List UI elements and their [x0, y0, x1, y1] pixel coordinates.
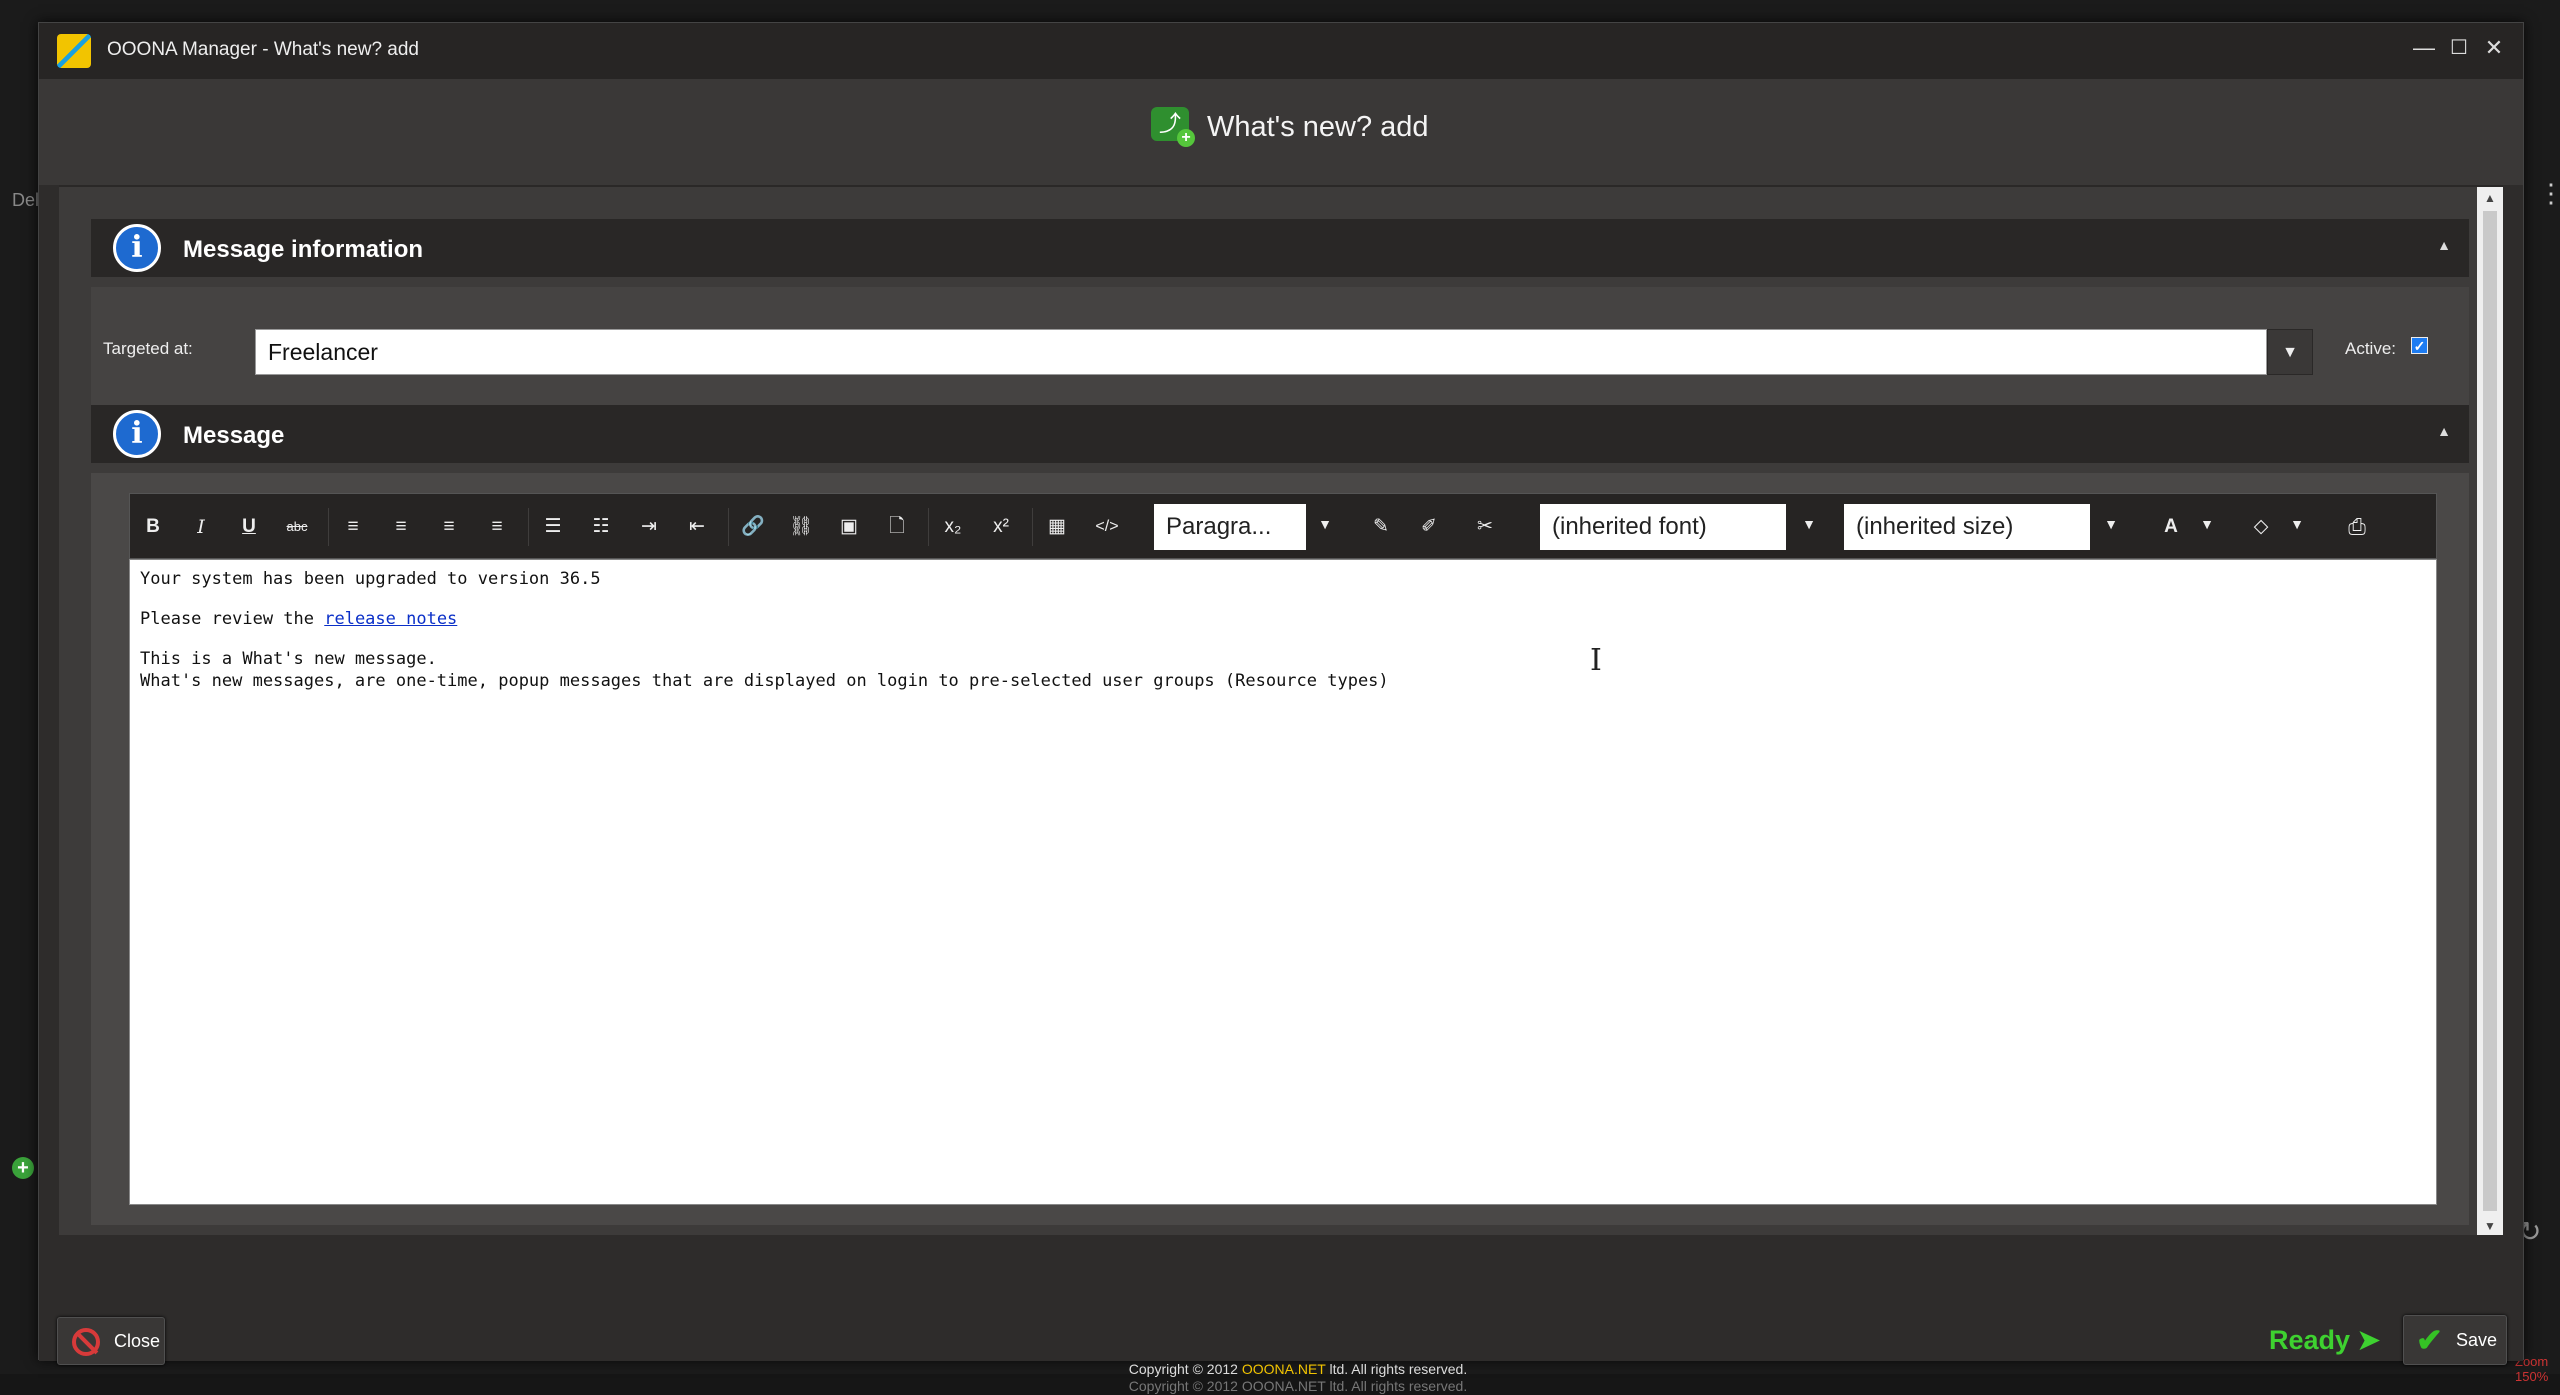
dialog-window: OOONA Manager - What's new? add — ☐ ✕ ⤴ +…: [38, 22, 2524, 1394]
underline-button[interactable]: U: [232, 512, 266, 542]
release-notes-link[interactable]: release notes: [324, 609, 457, 629]
chevron-down-icon[interactable]: ▼: [1314, 516, 1336, 532]
chevron-down-icon[interactable]: ▼: [1798, 516, 1820, 532]
toolbar-divider: [328, 508, 329, 546]
vertical-scrollbar[interactable]: ▲ ▼: [2477, 187, 2503, 1237]
info-icon: i: [113, 410, 161, 458]
align-justify-button[interactable]: ≡: [480, 512, 514, 542]
clean-format-icon[interactable]: ✎: [1364, 512, 1398, 542]
section-header-message-information[interactable]: i Message information ▲: [91, 219, 2469, 277]
numbered-list-button[interactable]: ☷: [584, 512, 618, 542]
collapse-caret-icon[interactable]: ▲: [2437, 423, 2451, 439]
align-left-button[interactable]: ≡: [336, 512, 370, 542]
section-header-message[interactable]: i Message ▲: [91, 405, 2469, 463]
title-bar[interactable]: OOONA Manager - What's new? add — ☐ ✕: [39, 23, 2523, 79]
font-family-select[interactable]: (inherited font): [1540, 504, 1786, 550]
text-cursor-icon: I: [1590, 643, 1602, 678]
page-title: What's new? add: [1207, 111, 1429, 143]
clear-css-icon[interactable]: ✐: [1412, 512, 1446, 542]
copyright-text: ltd. All rights reserved.: [1325, 1361, 1468, 1377]
chevron-down-icon[interactable]: ▼: [2267, 329, 2313, 375]
align-right-button[interactable]: ≡: [432, 512, 466, 542]
bold-button[interactable]: B: [136, 512, 170, 542]
editor-content-area[interactable]: Your system has been upgraded to version…: [129, 559, 2437, 1205]
share-add-icon: ⤴ +: [1151, 107, 1195, 147]
strikethrough-button[interactable]: abc: [280, 512, 314, 542]
dialog-footer: Close Ready ➤ ✔ Save: [39, 1235, 2523, 1365]
info-icon: i: [113, 224, 161, 272]
scrollbar-thumb[interactable]: [2483, 211, 2497, 1211]
italic-button[interactable]: I: [184, 512, 218, 542]
maximize-icon[interactable]: ☐: [2444, 35, 2474, 60]
collapse-caret-icon[interactable]: ▲: [2437, 237, 2451, 253]
copyright-brand: OOONA.NET: [1241, 1361, 1326, 1377]
editor-line: Please review the release notes: [140, 608, 2426, 630]
align-center-button[interactable]: ≡: [384, 512, 418, 542]
bullet-list-button[interactable]: ☰: [536, 512, 570, 542]
background-color-icon[interactable]: ◇: [2244, 512, 2278, 542]
copyright: Copyright © 2012 OOONA.NET ltd. All righ…: [1098, 1361, 1498, 1395]
targeted-at-label: Targeted at:: [103, 339, 193, 358]
minimize-icon[interactable]: —: [2409, 35, 2439, 61]
toolbar-divider: [728, 508, 729, 546]
toolbar-divider: [1032, 508, 1033, 546]
close-window-icon[interactable]: ✕: [2479, 35, 2509, 61]
section-title: Message information: [183, 236, 424, 263]
active-label: Active:: [2345, 339, 2397, 358]
window-title: OOONA Manager - What's new? add: [107, 39, 419, 60]
scroll-down-icon[interactable]: ▼: [2484, 1219, 2496, 1233]
no-entry-icon: [72, 1328, 100, 1356]
dialog-content: ▲ ▼ i Message information ▲ Targeted at:…: [59, 185, 2503, 1237]
targeted-at-input[interactable]: Freelancer: [255, 329, 2267, 375]
active-checkbox[interactable]: ✓: [2411, 337, 2428, 354]
background-add-icon: +: [12, 1157, 34, 1179]
copyright-text-shadow: Copyright © 2012: [1128, 1378, 1242, 1394]
toolbar-divider: [928, 508, 929, 546]
insert-link-button[interactable]: 🔗: [736, 512, 770, 542]
editor-toolbar: B I U abc ≡ ≡ ≡ ≡ ☰ ☷ ⇥ ⇤ 🔗 ⛓ ▣ 🗋 x₂ x² …: [129, 493, 2437, 559]
chevron-down-icon[interactable]: ▼: [2100, 516, 2122, 532]
font-size-select[interactable]: (inherited size): [1844, 504, 2090, 550]
checkmark-icon: ✔: [2416, 1322, 2443, 1358]
editor-text: Please review the: [140, 609, 325, 629]
copyright-brand-shadow: OOONA.NET: [1241, 1378, 1326, 1394]
copyright-text-shadow: ltd. All rights reserved.: [1325, 1378, 1468, 1394]
view-html-button[interactable]: </>: [1090, 512, 1124, 542]
editor-line: What's new messages, are one-time, popup…: [140, 671, 1389, 691]
status-ready: Ready ➤: [2269, 1325, 2381, 1355]
section-title: Message: [183, 422, 285, 449]
editor-line: Your system has been upgraded to version…: [140, 569, 601, 589]
clear-all-icon[interactable]: ✂: [1468, 512, 1502, 542]
save-button[interactable]: ✔ Save: [2403, 1315, 2507, 1365]
font-color-icon[interactable]: A: [2154, 512, 2188, 542]
toolbar-divider: [528, 508, 529, 546]
close-button[interactable]: Close: [57, 1317, 165, 1365]
app-logo-icon: [57, 34, 91, 68]
background-left-label: Del: [12, 190, 40, 210]
close-label: Close: [114, 1331, 161, 1351]
background-more-icon: ⋮: [2538, 178, 2560, 208]
editor-line: This is a What's new message.: [140, 649, 437, 669]
superscript-button[interactable]: x²: [984, 512, 1018, 542]
remove-link-button[interactable]: ⛓: [784, 512, 818, 542]
outdent-button[interactable]: ⇤: [680, 512, 714, 542]
chevron-down-icon[interactable]: ▼: [2286, 516, 2308, 532]
message-editor: B I U abc ≡ ≡ ≡ ≡ ☰ ☷ ⇥ ⇤ 🔗 ⛓ ▣ 🗋 x₂ x² …: [91, 473, 2469, 1225]
indent-button[interactable]: ⇥: [632, 512, 666, 542]
subscript-button[interactable]: x₂: [936, 512, 970, 542]
copyright-text: Copyright © 2012: [1128, 1361, 1242, 1377]
print-icon[interactable]: ⎙: [2340, 512, 2374, 542]
insert-image-button[interactable]: ▣: [832, 512, 866, 542]
chevron-down-icon[interactable]: ▼: [2196, 516, 2218, 532]
targeted-row: Targeted at: Freelancer ▼ Active: ✓: [91, 287, 2469, 411]
insert-file-button[interactable]: 🗋: [880, 512, 914, 542]
scroll-up-icon[interactable]: ▲: [2484, 191, 2496, 205]
insert-table-button[interactable]: ▦: [1040, 512, 1074, 542]
paragraph-format-select[interactable]: Paragra...: [1154, 504, 1306, 550]
save-label: Save: [2456, 1330, 2498, 1350]
